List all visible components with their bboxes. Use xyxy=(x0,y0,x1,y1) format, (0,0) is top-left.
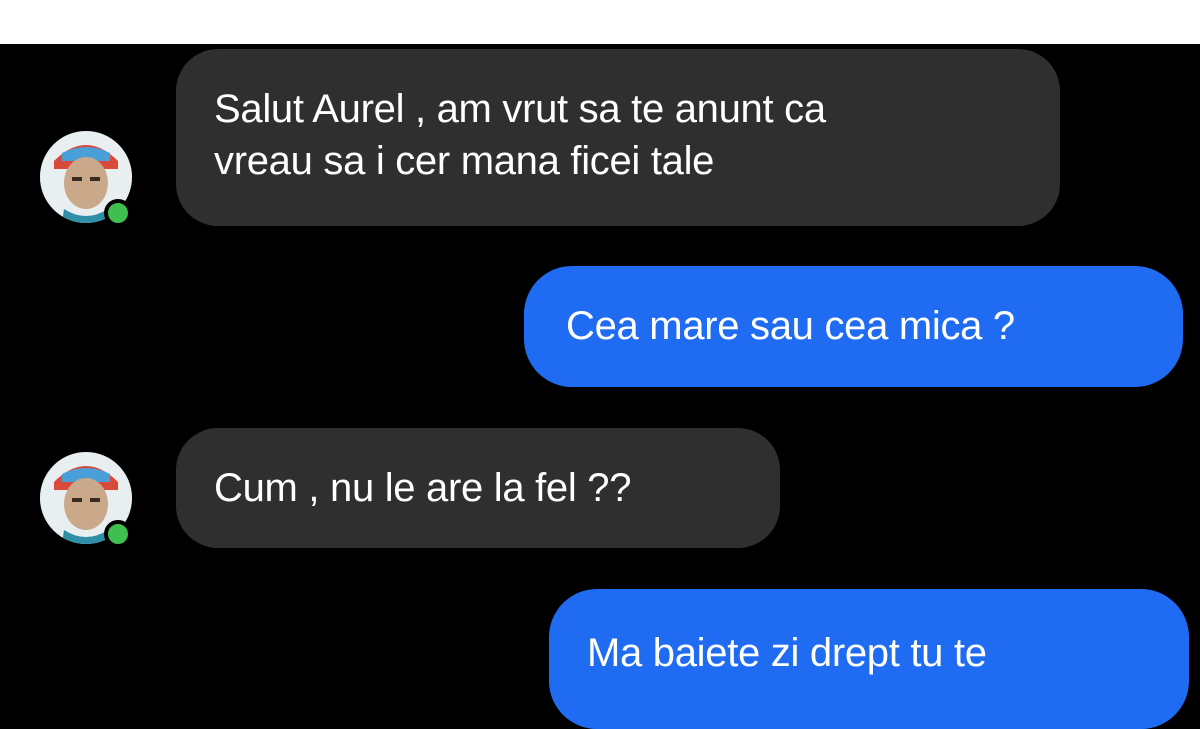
online-dot-icon xyxy=(104,199,132,227)
message-text-line: Cum , nu le are la fel ?? xyxy=(214,466,632,510)
online-dot-icon xyxy=(104,520,132,548)
outgoing-message-bubble[interactable]: Cea mare sau cea mica ? xyxy=(524,266,1183,387)
message-text-line: vreau sa i cer mana ficei tale xyxy=(214,139,715,183)
top-bar xyxy=(0,0,1200,44)
message-thread[interactable]: Salut Aurel , am vrut sa te anunt ca vre… xyxy=(0,44,1200,729)
message-text-line: Ma baiete zi drept tu te xyxy=(587,631,987,675)
incoming-message-bubble[interactable]: Cum , nu le are la fel ?? xyxy=(176,428,780,548)
outgoing-message-bubble[interactable]: Ma baiete zi drept tu te xyxy=(549,589,1189,729)
incoming-message-bubble[interactable]: Salut Aurel , am vrut sa te anunt ca vre… xyxy=(176,49,1060,226)
message-text-line: Cea mare sau cea mica ? xyxy=(566,304,1015,348)
message-text-line: Salut Aurel , am vrut sa te anunt ca xyxy=(214,87,826,131)
